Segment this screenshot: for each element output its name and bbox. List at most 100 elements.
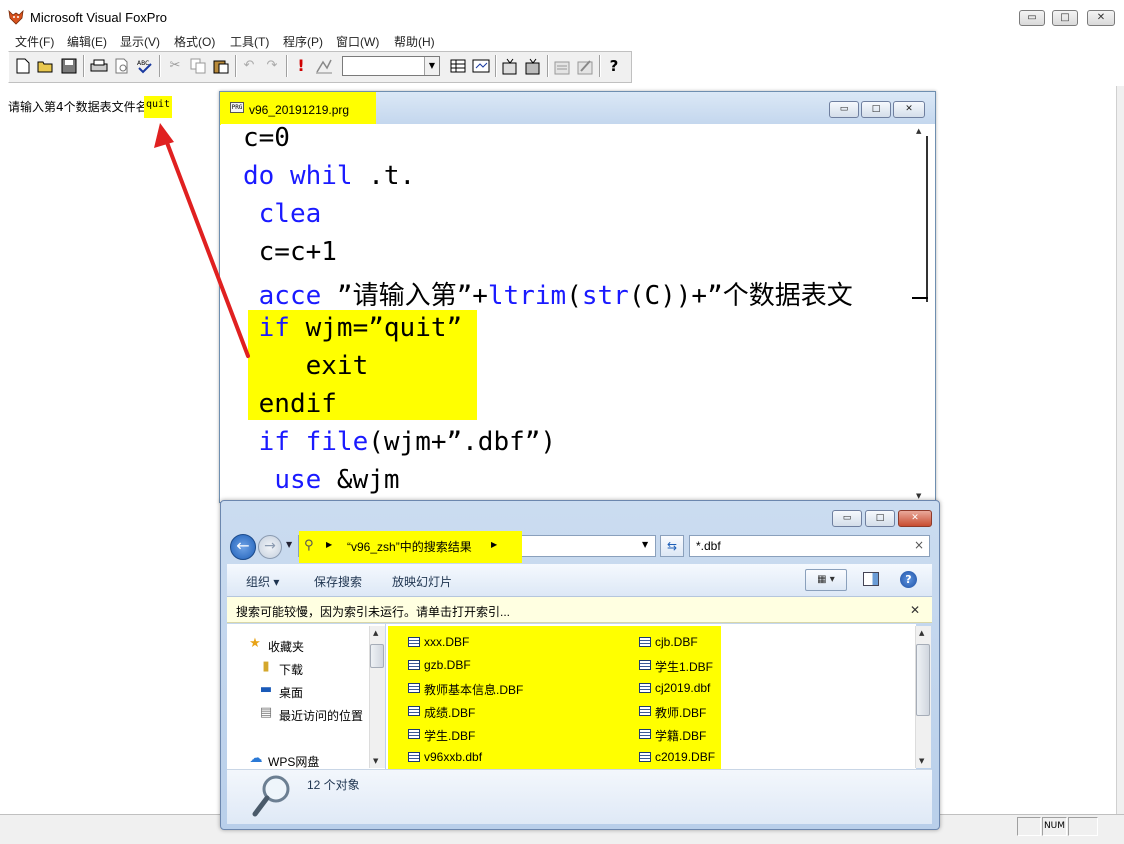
scroll-down-icon[interactable]: ▼ [916, 492, 921, 500]
report-designer-icon[interactable] [522, 55, 544, 77]
nav-recent[interactable]: 最近访问的位置 [279, 707, 363, 724]
scroll-up-icon[interactable]: ▲ [916, 127, 921, 135]
run-icon[interactable]: ! [290, 55, 312, 77]
new-file-icon[interactable] [12, 55, 34, 77]
editor-minimize-button[interactable]: ▭ [829, 101, 859, 118]
command-window-icon[interactable] [470, 55, 492, 77]
magnifier-icon [252, 775, 290, 817]
paste-icon[interactable] [210, 55, 232, 77]
info-bar-text[interactable]: 搜索可能较慢，因为索引未运行。请单击打开索引... [236, 603, 510, 620]
database-icon[interactable] [447, 55, 469, 77]
forward-arrow-icon[interactable]: → [258, 535, 282, 559]
modify-form-icon[interactable] [313, 55, 335, 77]
open-icon[interactable] [35, 55, 57, 77]
menu-file[interactable]: 文件(F) [15, 33, 54, 50]
code-line: endif [243, 389, 337, 419]
file-item[interactable]: 成绩.DBF [424, 704, 475, 721]
wizard-icon[interactable] [574, 55, 596, 77]
print-icon[interactable] [88, 55, 110, 77]
cut-icon[interactable]: ✂ [164, 55, 186, 77]
help-icon[interactable]: ? [900, 571, 917, 588]
table-file-icon [639, 729, 651, 739]
search-icon: ⚲ [304, 538, 314, 553]
table-file-icon [408, 706, 420, 716]
text-cursor [912, 297, 928, 299]
copy-icon[interactable] [187, 55, 209, 77]
organize-button[interactable]: 组织 ▾ [246, 573, 279, 590]
search-input[interactable]: *.dbf [689, 535, 930, 557]
clear-search-icon[interactable]: × [914, 538, 924, 552]
code-line: do whil .t. [243, 161, 416, 191]
back-arrow-icon[interactable]: ← [230, 534, 256, 560]
preview-pane-icon[interactable] [863, 572, 879, 586]
maximize-button[interactable]: □ [1052, 10, 1078, 26]
table-file-icon [408, 729, 420, 739]
address-dropdown-icon[interactable]: ▼ [642, 540, 648, 549]
slideshow-button[interactable]: 放映幻灯片 [392, 573, 452, 590]
output-prompt: 请输入第4个数据表文件名 [8, 100, 148, 114]
breadcrumb-search-results[interactable]: “v96_zsh”中的搜索结果 [347, 538, 472, 555]
minimize-button[interactable]: ▭ [1019, 10, 1045, 26]
nav-downloads[interactable]: 下载 [279, 661, 303, 678]
chevron-down-icon[interactable]: ▼ [424, 57, 439, 75]
print-preview-icon[interactable] [111, 55, 133, 77]
file-item[interactable]: v96xxb.dbf [424, 750, 482, 764]
explorer-minimize-button[interactable]: ▭ [832, 510, 862, 527]
refresh-icon[interactable]: ⇆ [660, 535, 684, 557]
explorer-maximize-button[interactable]: □ [865, 510, 895, 527]
file-item[interactable]: 学生1.DBF [655, 658, 713, 675]
breadcrumb-arrow-icon[interactable]: ▶ [491, 540, 497, 549]
menu-help[interactable]: 帮助(H) [394, 33, 435, 50]
form-designer-icon[interactable] [499, 55, 521, 77]
scroll-up-icon[interactable]: ▲ [919, 629, 924, 637]
nav-wps-cloud[interactable]: WPS网盘 [268, 753, 319, 770]
file-item[interactable]: cjb.DBF [655, 635, 698, 649]
nav-favorites[interactable]: 收藏夹 [268, 638, 304, 655]
table-file-icon [639, 637, 651, 647]
view-options-icon[interactable]: ▦ ▾ [805, 569, 847, 591]
nav-desktop[interactable]: 桌面 [279, 684, 303, 701]
code-line: exit [243, 351, 369, 381]
svg-text:ABC: ABC [137, 60, 149, 67]
editor-scrollbar-track[interactable] [914, 136, 928, 302]
toolbar-separator [235, 55, 237, 77]
menu-window[interactable]: 窗口(W) [336, 33, 379, 50]
menu-edit[interactable]: 编辑(E) [67, 33, 107, 50]
save-search-button[interactable]: 保存搜索 [314, 573, 362, 590]
menu-format[interactable]: 格式(O) [174, 33, 215, 50]
file-item[interactable]: gzb.DBF [424, 658, 471, 672]
explorer-close-button[interactable]: ✕ [898, 510, 932, 527]
main-scrollbar[interactable] [1116, 86, 1124, 814]
scroll-down-icon[interactable]: ▼ [373, 757, 378, 765]
close-button[interactable]: ✕ [1087, 10, 1115, 26]
help-icon[interactable]: ? [603, 55, 625, 77]
file-item[interactable]: 学籍.DBF [655, 727, 706, 744]
history-dropdown-icon[interactable]: ▼ [286, 540, 292, 549]
close-icon[interactable]: ✕ [910, 603, 920, 617]
nav-scrollbar-thumb[interactable] [370, 644, 384, 668]
editor-maximize-button[interactable]: □ [861, 101, 891, 118]
file-list-scrollbar-thumb[interactable] [916, 644, 930, 716]
file-item[interactable]: c2019.DBF [655, 750, 715, 764]
menu-tools[interactable]: 工具(T) [230, 33, 269, 50]
menu-program[interactable]: 程序(P) [283, 33, 323, 50]
scroll-up-icon[interactable]: ▲ [373, 629, 378, 637]
file-item[interactable]: 教师基本信息.DBF [424, 681, 523, 698]
scroll-down-icon[interactable]: ▼ [919, 757, 924, 765]
toolbar-separator [495, 55, 497, 77]
build-icon[interactable] [551, 55, 573, 77]
file-item[interactable]: 学生.DBF [424, 727, 475, 744]
editor-close-button[interactable]: ✕ [893, 101, 925, 118]
file-item[interactable]: xxx.DBF [424, 635, 469, 649]
toolbar-separator [599, 55, 601, 77]
menu-view[interactable]: 显示(V) [120, 33, 160, 50]
file-item[interactable]: 教师.DBF [655, 704, 706, 721]
redo-icon[interactable]: ↷ [261, 55, 283, 77]
spell-check-icon[interactable]: ABC [134, 55, 156, 77]
editor-title: v96_20191219.prg [249, 103, 350, 117]
code-line: use &wjm [274, 465, 400, 495]
undo-icon[interactable]: ↶ [238, 55, 260, 77]
file-item[interactable]: cj2019.dbf [655, 681, 710, 695]
save-icon[interactable] [58, 55, 80, 77]
breadcrumb-arrow-icon[interactable]: ▶ [326, 540, 332, 549]
